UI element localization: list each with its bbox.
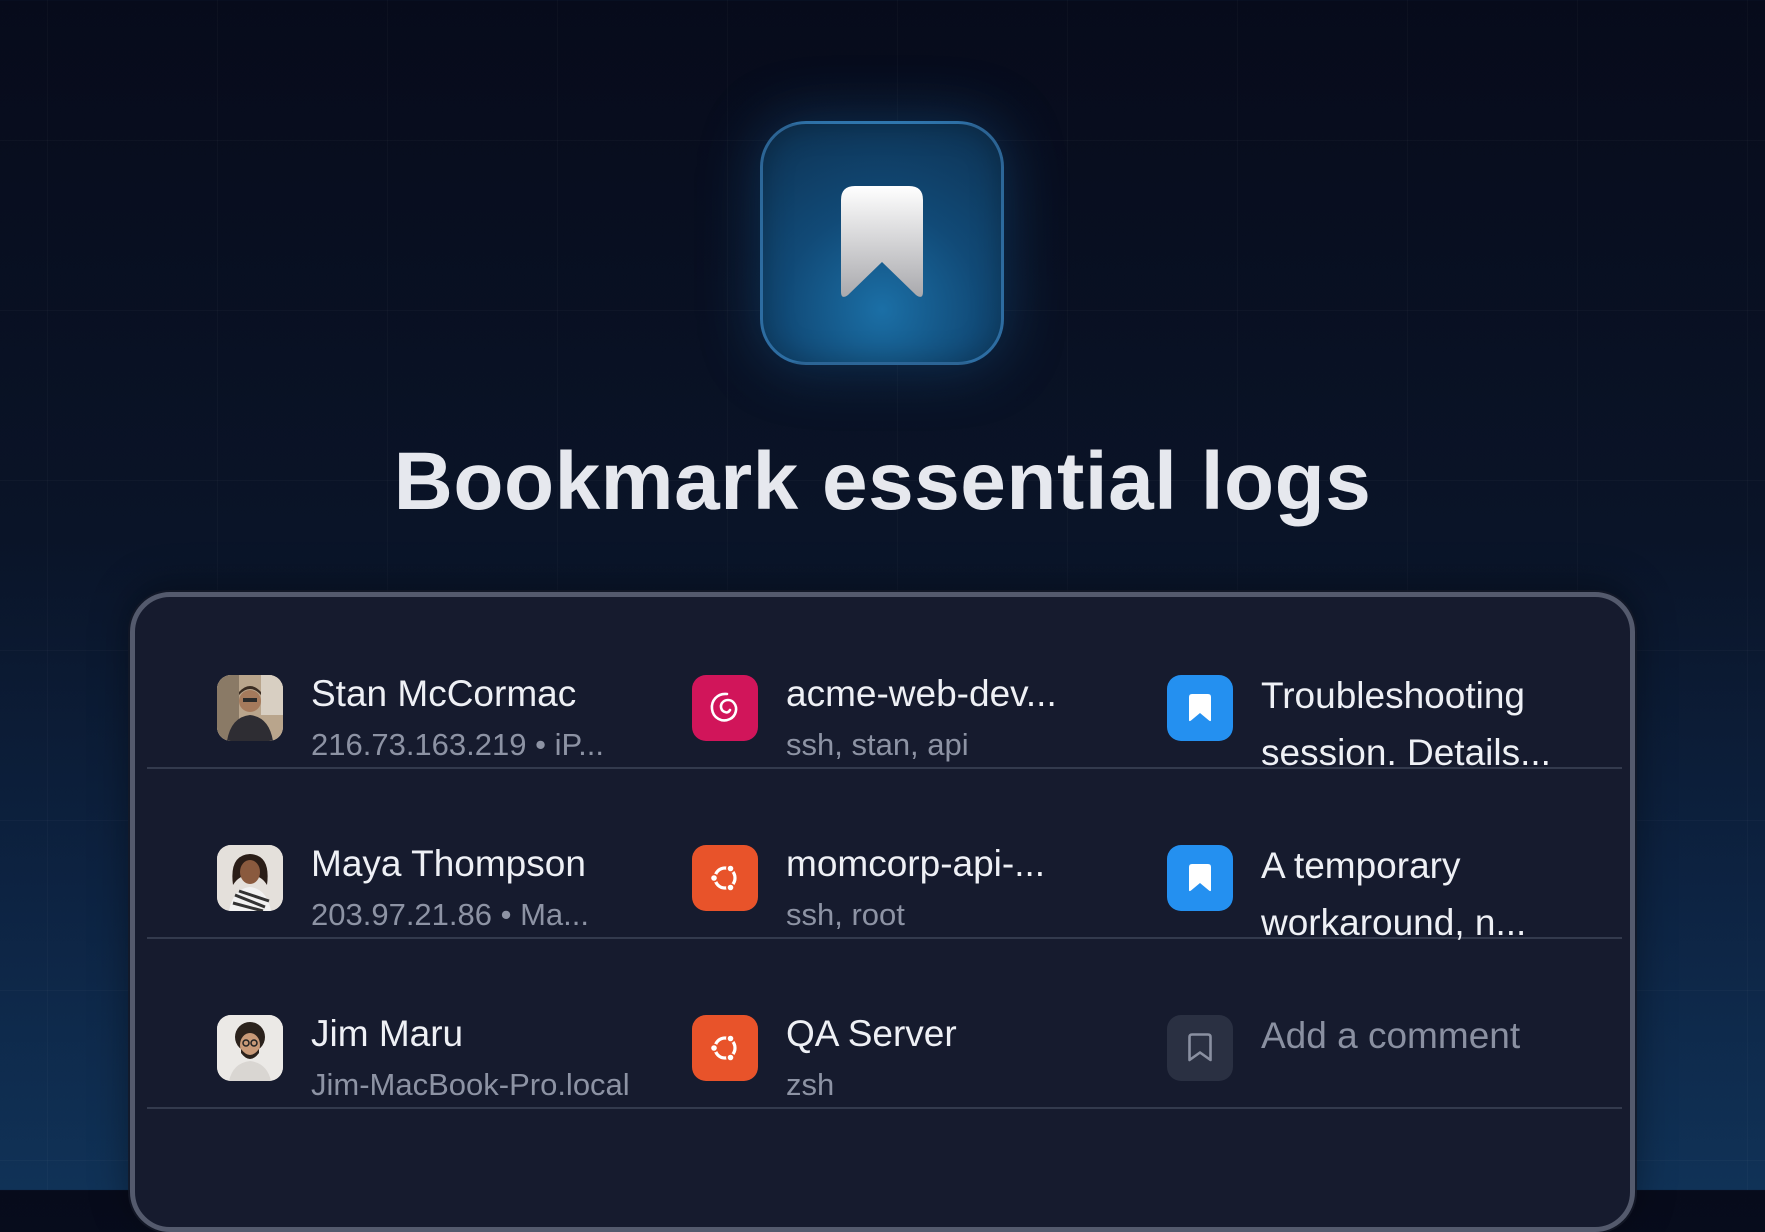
bookmark-icon[interactable] [1167, 675, 1233, 741]
user-name: Stan McCormac [311, 673, 577, 714]
user-name: Maya Thompson [311, 843, 586, 884]
user-detail: 203.97.21.86 • Ma... [311, 897, 589, 932]
page-title: Bookmark essential logs [393, 436, 1372, 527]
bookmark-outline-icon[interactable] [1167, 1015, 1233, 1081]
user-detail: Jim-MacBook-Pro.local [311, 1067, 630, 1102]
bookmark-app-icon [760, 121, 1004, 365]
bookmark-icon [841, 186, 923, 297]
host-name: momcorp-api-... [786, 843, 1046, 884]
host-name: acme-web-dev... [786, 673, 1057, 714]
bookmarked-logs-panel: Stan McCormac 216.73.163.219 • iP... acm… [130, 592, 1635, 1232]
table-row[interactable]: Stan McCormac 216.73.163.219 • iP... acm… [147, 597, 1622, 773]
add-comment-field[interactable]: Add a comment [1261, 1007, 1591, 1064]
user-name: Jim Maru [311, 1013, 464, 1054]
avatar-jim [217, 1015, 283, 1081]
avatar-stan [217, 675, 283, 741]
ubuntu-icon [692, 1015, 758, 1081]
user-detail: 216.73.163.219 • iP... [311, 727, 604, 762]
table-row[interactable]: Jim Maru Jim-MacBook-Pro.local QA Server… [147, 937, 1622, 1109]
table-row[interactable]: Maya Thompson 203.97.21.86 • Ma... momco… [147, 767, 1622, 943]
avatar-maya [217, 845, 283, 911]
comment-text: Troubleshooting session. Details... [1261, 675, 1551, 773]
avatar [217, 1015, 283, 1081]
host-detail: ssh, root [786, 897, 905, 932]
host-detail: ssh, stan, api [786, 727, 969, 762]
debian-icon [692, 675, 758, 741]
avatar [217, 675, 283, 741]
host-name: QA Server [786, 1013, 957, 1054]
ubuntu-icon [692, 845, 758, 911]
comment-text: A temporary workaround, n... [1261, 845, 1527, 943]
bookmark-icon[interactable] [1167, 845, 1233, 911]
avatar [217, 845, 283, 911]
host-detail: zsh [786, 1067, 835, 1102]
